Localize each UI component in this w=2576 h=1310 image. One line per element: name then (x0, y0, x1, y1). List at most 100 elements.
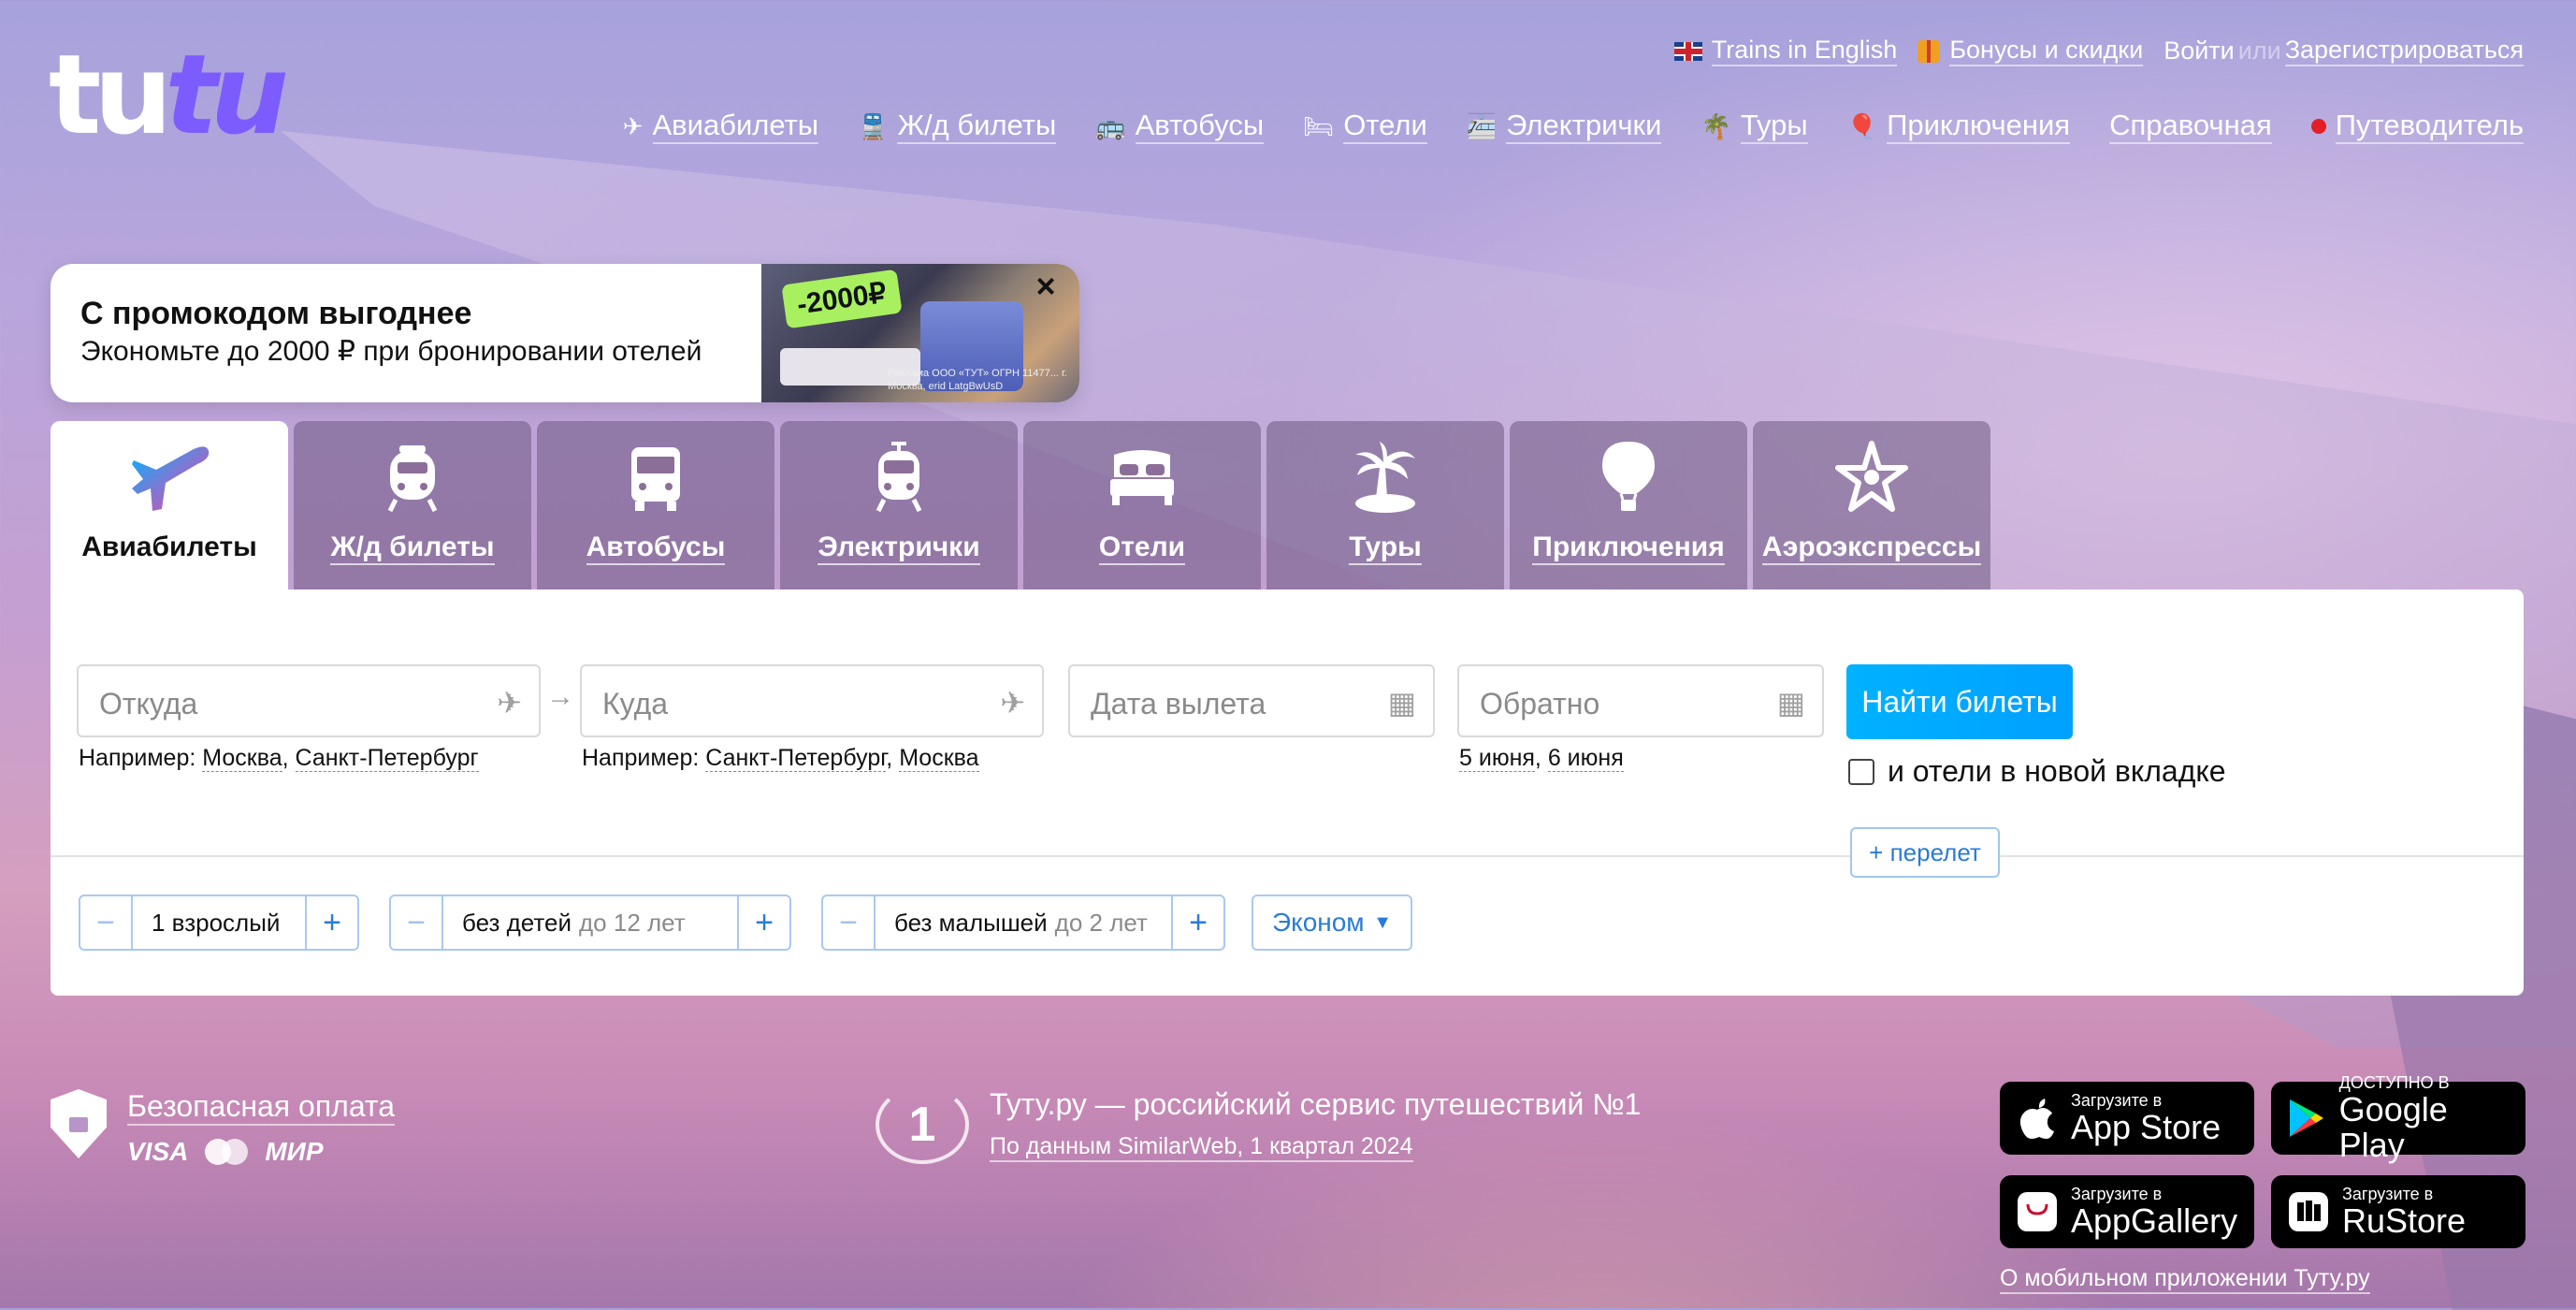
from-example-1[interactable]: Москва (202, 745, 282, 772)
app-store-badges: Загрузите в App Store ДОСТУПНО В Google Pl… (2000, 1073, 2525, 1248)
uk-flag-icon (1673, 41, 1702, 61)
nav-label[interactable]: Справочная (2109, 109, 2272, 144)
app-store-button[interactable]: Загрузите в App Store (2000, 1082, 2254, 1155)
infants-count: без малышей (894, 908, 1048, 937)
login-link[interactable]: Войти (2164, 36, 2235, 66)
visa-logo: VISA (127, 1137, 189, 1166)
tab-trains[interactable]: Ж/д билеты (294, 421, 531, 590)
store-small-text: Загрузите в (2071, 1185, 2163, 1203)
children-stepper[interactable]: − без детей до 12 лет + (389, 895, 791, 951)
class-select[interactable]: Эконом ▼ (1252, 895, 1412, 951)
tab-buses[interactable]: Автобусы (537, 421, 774, 590)
award-source-link[interactable]: По данным SimilarWeb, 1 квартал 2024 (990, 1133, 1413, 1162)
tab-commuter[interactable]: Электрички (780, 421, 1018, 590)
nav-item-hotels[interactable]: 🛏 Отели (1303, 109, 1427, 144)
to-field[interactable]: Куда ✈ (580, 664, 1044, 737)
bonuses-label[interactable]: Бонусы и скидки (1949, 36, 2144, 66)
tutu-logo[interactable]: tu tu (49, 39, 289, 150)
promo-close-icon[interactable]: × (1029, 269, 1063, 303)
tab-label: Приключения (1532, 531, 1725, 565)
from-hint: Например: Москва, Санкт-Петербург (79, 745, 479, 772)
checkbox[interactable] (1848, 758, 1874, 785)
plus-icon[interactable]: + (1173, 896, 1223, 949)
nav-item-guide[interactable]: Путеводитель (2310, 109, 2524, 144)
nav-item-commuter[interactable]: 🚈 Электрички (1467, 109, 1662, 144)
promo-banner[interactable]: С промокодом выгоднее Экономьте до 2000 … (51, 264, 1079, 402)
palm-icon: 🌴 (1700, 111, 1731, 140)
gift-icon (1918, 39, 1941, 63)
rustore-button[interactable]: Загрузите в RuStore (2271, 1175, 2525, 1248)
minus-icon[interactable]: − (80, 896, 131, 949)
hotels-new-tab-checkbox[interactable]: и отели в новой вкладке (1848, 754, 2226, 789)
minus-icon[interactable]: − (823, 896, 874, 949)
nav-label[interactable]: Приключения (1887, 109, 2071, 144)
add-flight-button[interactable]: + перелет (1850, 827, 2000, 878)
store-small-text: Загрузите в (2342, 1185, 2434, 1203)
return-date-field[interactable]: Обратно ▦ (1457, 664, 1824, 737)
date-example-2[interactable]: 6 июня (1547, 745, 1624, 772)
infants-stepper[interactable]: − без малышей до 2 лет + (821, 895, 1225, 951)
nav-label[interactable]: Авиабилеты (652, 109, 819, 144)
adults-stepper[interactable]: − 1 взрослый + (79, 895, 359, 951)
depart-date-field[interactable]: Дата вылета ▦ (1068, 664, 1435, 737)
store-name: Google Play (2338, 1090, 2448, 1164)
bed-icon: 🛏 (1303, 111, 1335, 140)
to-example-2[interactable]: Москва (899, 745, 979, 772)
calendar-icon: ▦ (1387, 686, 1416, 720)
tab-tours[interactable]: Туры (1266, 421, 1504, 590)
balloon-icon (1586, 442, 1671, 513)
nav-label[interactable]: Отели (1343, 109, 1427, 144)
date-example-1[interactable]: 5 июня (1459, 745, 1535, 772)
trains-in-english-label[interactable]: Trains in English (1711, 36, 1898, 66)
balloon-icon: 🎈 (1846, 111, 1878, 140)
plane-icon: ✈ (622, 111, 644, 140)
nav-item-adventures[interactable]: 🎈 Приключения (1846, 109, 2071, 144)
tab-label: Электрички (818, 531, 980, 565)
hint-prefix: Например: (79, 745, 196, 771)
award-block: 1 Туту.ру — российский сервис путешестви… (876, 1085, 1641, 1164)
to-example-1[interactable]: Санкт-Петербург (705, 745, 887, 772)
shield-icon (51, 1089, 107, 1158)
nav-label[interactable]: Электрички (1506, 109, 1662, 144)
nav-item-tours[interactable]: 🌴 Туры (1700, 109, 1808, 144)
trains-in-english-link[interactable]: Trains in English (1673, 36, 1898, 66)
nav-item-reference[interactable]: Справочная (2109, 109, 2272, 144)
nav-item-trains[interactable]: 🚆 Ж/д билеты (858, 109, 1057, 144)
find-tickets-button[interactable]: Найти билеты (1846, 664, 2073, 739)
hint-prefix: Например: (582, 745, 700, 771)
plus-icon[interactable]: + (739, 896, 789, 949)
from-field[interactable]: Откуда ✈ (77, 664, 541, 737)
google-play-button[interactable]: ДОСТУПНО В Google Play (2271, 1073, 2525, 1163)
promo-legal-text: Реклама ООО «ТУТ» ОГРН 11477... г. Москв… (888, 368, 1067, 392)
logo-part-1: tu (49, 30, 172, 159)
bonuses-link[interactable]: Бонусы и скидки (1918, 36, 2144, 66)
plane-icon (127, 442, 211, 513)
to-placeholder: Куда (602, 687, 669, 720)
tab-hotels[interactable]: Отели (1023, 421, 1261, 590)
from-example-2[interactable]: Санкт-Петербург (295, 745, 479, 772)
adults-value: 1 взрослый (131, 896, 307, 949)
about-mobile-app-link[interactable]: О мобильном приложении Туту.ру (2000, 1265, 2370, 1294)
depart-placeholder: Дата вылета (1091, 687, 1266, 720)
nav-item-avia[interactable]: ✈ Авиабилеты (622, 109, 819, 144)
nav-label[interactable]: Ж/д билеты (897, 109, 1057, 144)
hotels-checkbox-label: и отели в новой вкладке (1888, 754, 2226, 788)
promo-text: Экономьте до 2000 ₽ при бронировании оте… (80, 336, 702, 367)
nav-item-buses[interactable]: 🚌 Автобусы (1095, 109, 1265, 144)
tab-avia[interactable]: Авиабилеты (51, 421, 288, 590)
appgallery-button[interactable]: Загрузите в AppGallery (2000, 1175, 2254, 1248)
commuter-train-icon (857, 442, 941, 513)
auth-links: Войти или Зарегистрироваться (2164, 36, 2524, 66)
secure-payment-link[interactable]: Безопасная оплата (127, 1089, 395, 1126)
award-number: 1 (908, 1098, 936, 1152)
to-hint: Например: Санкт-Петербург, Москва (582, 745, 979, 772)
minus-icon[interactable]: − (391, 896, 441, 949)
secure-payment: Безопасная оплата VISA МИР (51, 1089, 395, 1167)
tab-aeroexpress[interactable]: Аэроэкспрессы (1753, 421, 1990, 590)
plus-icon[interactable]: + (307, 896, 357, 949)
nav-label[interactable]: Туры (1740, 109, 1808, 144)
register-link[interactable]: Зарегистрироваться (2284, 36, 2524, 66)
nav-label[interactable]: Автобусы (1135, 109, 1265, 144)
nav-label[interactable]: Путеводитель (2335, 109, 2524, 144)
tab-adventures[interactable]: Приключения (1510, 421, 1747, 590)
